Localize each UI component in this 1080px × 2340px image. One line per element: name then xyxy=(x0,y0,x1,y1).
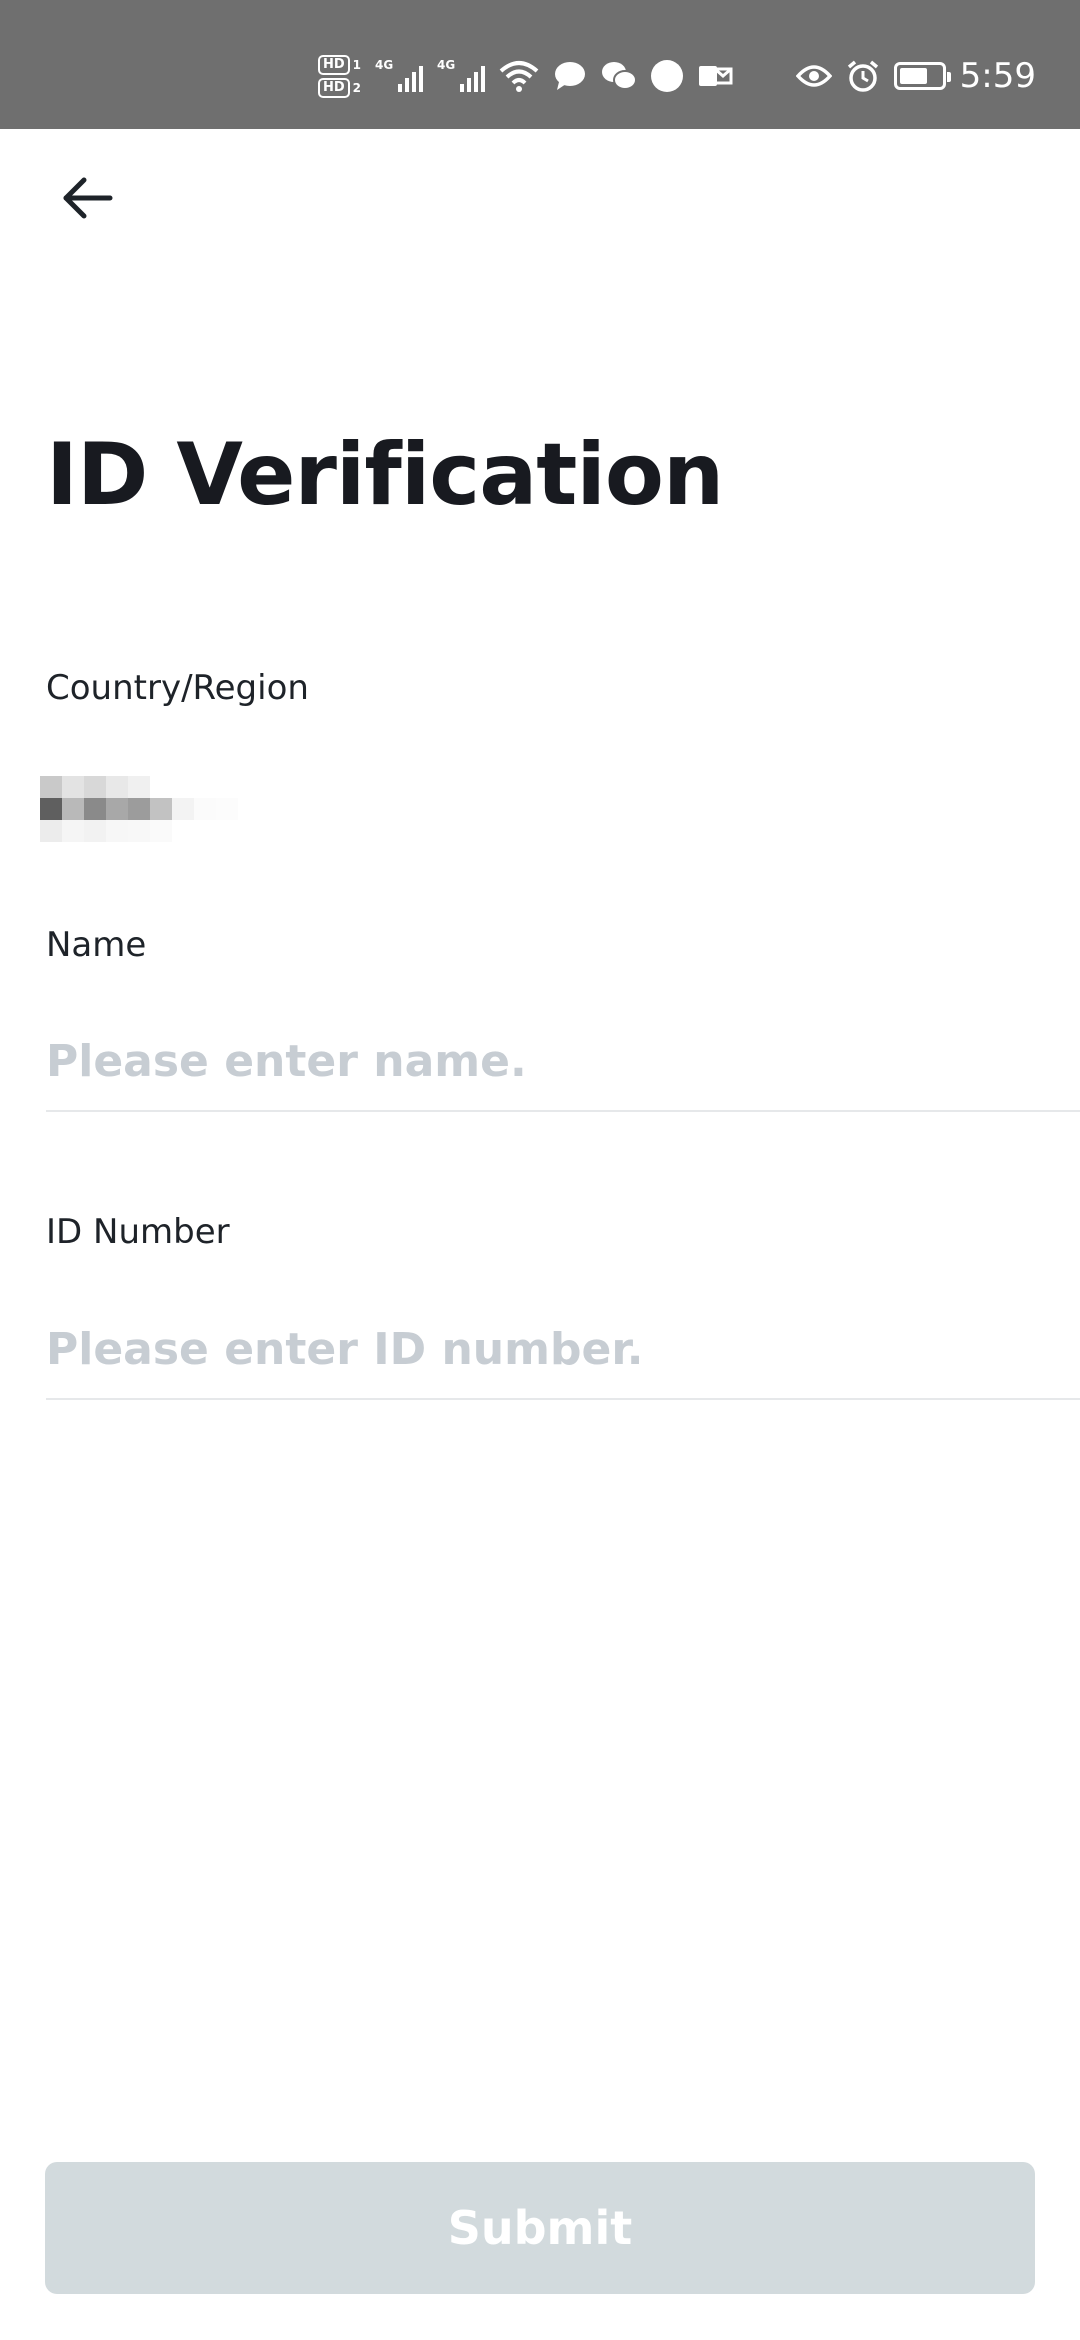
id-number-input[interactable] xyxy=(46,1300,1080,1400)
submit-button[interactable]: Submit xyxy=(45,2162,1035,2294)
clock: 5:59 xyxy=(959,56,1036,96)
back-button[interactable] xyxy=(46,158,126,238)
status-icons-right: 5:59 xyxy=(795,56,1036,96)
arrow-left-icon xyxy=(63,177,113,219)
battery-icon xyxy=(893,62,951,90)
signal-2-icon: 4G xyxy=(437,56,486,96)
message-icon xyxy=(555,62,586,90)
name-input[interactable] xyxy=(46,1012,1080,1112)
sim1-type: 4G xyxy=(375,58,394,72)
status-bar: HD 1 HD 2 4G 4G 5:59 xyxy=(0,0,1080,129)
sim2-type: 4G xyxy=(437,58,456,72)
eye-icon xyxy=(795,65,832,87)
app-notification-icon xyxy=(651,60,684,92)
hd-indicators: HD 1 HD 2 xyxy=(318,54,362,98)
country-region-value-redacted[interactable] xyxy=(40,772,300,842)
hd-badge-2: HD xyxy=(318,77,350,98)
wifi-icon xyxy=(499,61,539,92)
hd-num-2: 2 xyxy=(352,80,362,95)
alarm-icon xyxy=(847,60,878,92)
wechat-icon xyxy=(602,62,638,90)
hd-badge-1: HD xyxy=(318,54,350,75)
hd-num-1: 1 xyxy=(352,57,362,72)
page-title: ID Verification xyxy=(46,425,724,525)
outlook-icon xyxy=(699,66,733,86)
signal-1-icon: 4G xyxy=(375,56,424,96)
status-icons-left: HD 1 HD 2 4G 4G xyxy=(318,46,733,106)
name-label: Name xyxy=(46,925,147,965)
id-number-label: ID Number xyxy=(46,1212,230,1252)
country-region-label: Country/Region xyxy=(46,668,309,708)
